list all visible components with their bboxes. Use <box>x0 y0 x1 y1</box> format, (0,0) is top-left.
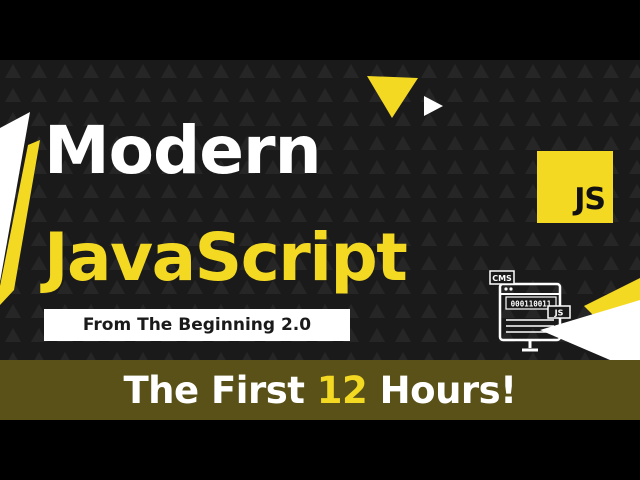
js-logo-text: JS <box>574 182 606 217</box>
banner-prefix: The First <box>123 368 317 412</box>
subtitle-box: From The Beginning 2.0 <box>44 309 350 341</box>
illus-cms-label: CMS <box>492 274 512 283</box>
headline-javascript: JavaScript <box>44 219 408 296</box>
js-logo-icon: JS <box>537 151 613 223</box>
banner: The First 12 Hours! <box>0 360 640 420</box>
top-yellow-triangle <box>367 76 418 118</box>
subtitle-text: From The Beginning 2.0 <box>82 315 312 335</box>
top-white-triangle <box>424 96 443 116</box>
computer-code-icon: CMS 000110011 JS <box>489 270 571 352</box>
banner-text: The First 12 Hours! <box>123 368 517 412</box>
video-thumbnail: Modern JavaScript From The Beginning 2.0… <box>0 0 640 480</box>
banner-number: 12 <box>316 368 368 412</box>
illus-binary-text: 000110011 <box>511 300 552 309</box>
banner-suffix: Hours! <box>367 368 517 412</box>
headline-modern: Modern <box>44 112 322 189</box>
illus-js-label: JS <box>554 309 564 318</box>
